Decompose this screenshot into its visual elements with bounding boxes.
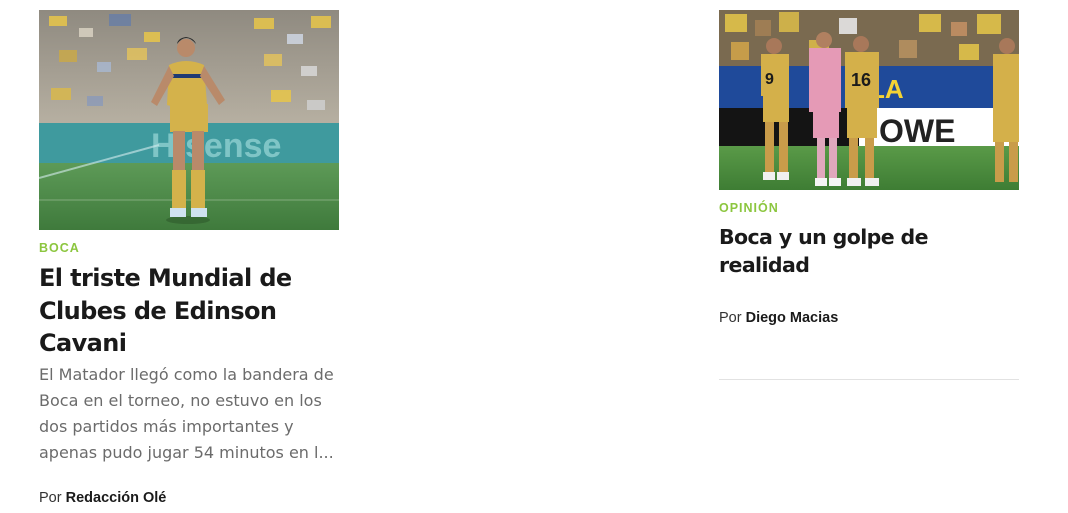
byline-prefix: Por: [719, 310, 742, 326]
article-divider: [719, 379, 1019, 380]
article-byline-cavani: Por Redacción Olé: [39, 490, 166, 506]
svg-text:OWE: OWE: [879, 113, 955, 149]
byline-prefix: Por: [39, 490, 62, 506]
article-headline-boca-realidad[interactable]: Boca y un golpe de realidad: [719, 223, 1019, 279]
article-headline-cavani[interactable]: El triste Mundial de Clubes de Edinson C…: [39, 262, 339, 360]
article-byline-boca-realidad: Por Diego Macias: [719, 310, 838, 326]
section-tag-boca[interactable]: BOCA: [39, 241, 80, 255]
article-summary-cavani: El Matador llegó como la bandera de Boca…: [39, 365, 334, 462]
svg-text:9: 9: [765, 71, 774, 88]
svg-text:16: 16: [851, 70, 871, 90]
article-image-boca-realidad[interactable]: LA OWE 9 16: [719, 10, 1019, 190]
svg-text:Hisense: Hisense: [151, 127, 281, 165]
author-link-diego-macias[interactable]: Diego Macias: [746, 310, 839, 326]
section-tag-opinion[interactable]: OPINIÓN: [719, 201, 779, 215]
article-image-cavani[interactable]: Hisense: [39, 10, 339, 230]
author-link-redaccion-ole[interactable]: Redacción Olé: [66, 490, 167, 506]
